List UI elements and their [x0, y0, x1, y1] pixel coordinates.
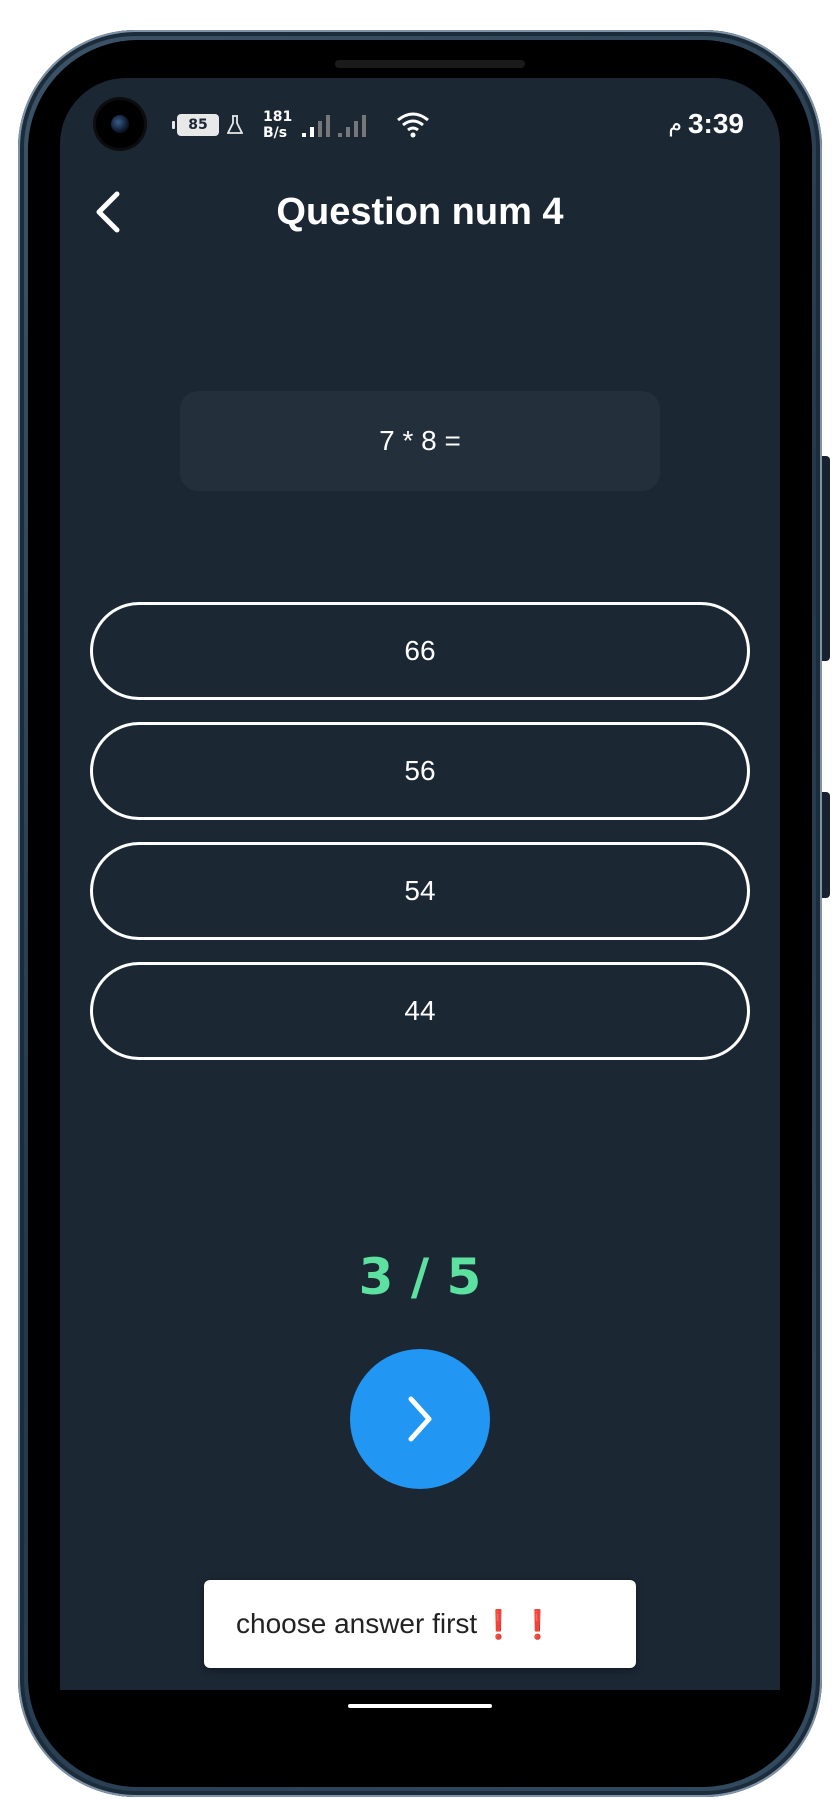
- earpiece: [335, 60, 525, 68]
- network-speed-value: 181: [263, 109, 293, 125]
- toast-message: choose answer first ❗❗: [204, 1580, 636, 1668]
- front-camera: [96, 100, 144, 148]
- network-speed: 181 B/s: [263, 109, 292, 141]
- answer-label: 56: [404, 755, 436, 786]
- answer-option[interactable]: 54: [90, 842, 750, 940]
- battery-icon: 85: [177, 114, 219, 136]
- next-button[interactable]: [350, 1349, 490, 1489]
- flask-icon: [227, 115, 243, 134]
- ampm-indicator: م: [668, 111, 682, 136]
- app-screen: 85 181 B/s م 3:39 Question num 4 7 * 8 =…: [60, 78, 780, 1690]
- navigation-bar: [60, 1690, 780, 1742]
- page-title: Question num 4: [276, 191, 564, 233]
- cell-signal-icon: [302, 115, 367, 137]
- toast-text: choose answer first: [236, 1608, 478, 1639]
- status-bar-left: 85 181 B/s: [172, 108, 430, 142]
- exclamation-icon: ❗❗: [481, 1608, 559, 1640]
- answer-option[interactable]: 66: [90, 602, 750, 700]
- question-card: 7 * 8 =: [180, 391, 660, 491]
- volume-button: [822, 456, 830, 661]
- chevron-right-icon: [408, 1396, 432, 1442]
- answer-option[interactable]: 56: [90, 722, 750, 820]
- home-indicator[interactable]: [348, 1704, 492, 1708]
- status-bar-right: م 3:39: [668, 104, 744, 144]
- clock: 3:39: [687, 108, 744, 139]
- network-speed-unit: B/s: [263, 125, 288, 141]
- wifi-icon: [397, 112, 430, 138]
- battery-level: 85: [188, 117, 208, 133]
- question-text: 7 * 8 =: [379, 425, 461, 456]
- score-counter: 3 / 5: [358, 1248, 482, 1306]
- answer-label: 54: [404, 875, 436, 906]
- power-button: [822, 792, 830, 898]
- answer-label: 44: [404, 995, 436, 1026]
- answer-list: 66 56 54 44: [90, 602, 750, 1082]
- battery-nub: [172, 121, 175, 129]
- answer-option[interactable]: 44: [90, 962, 750, 1060]
- answer-label: 66: [404, 635, 436, 666]
